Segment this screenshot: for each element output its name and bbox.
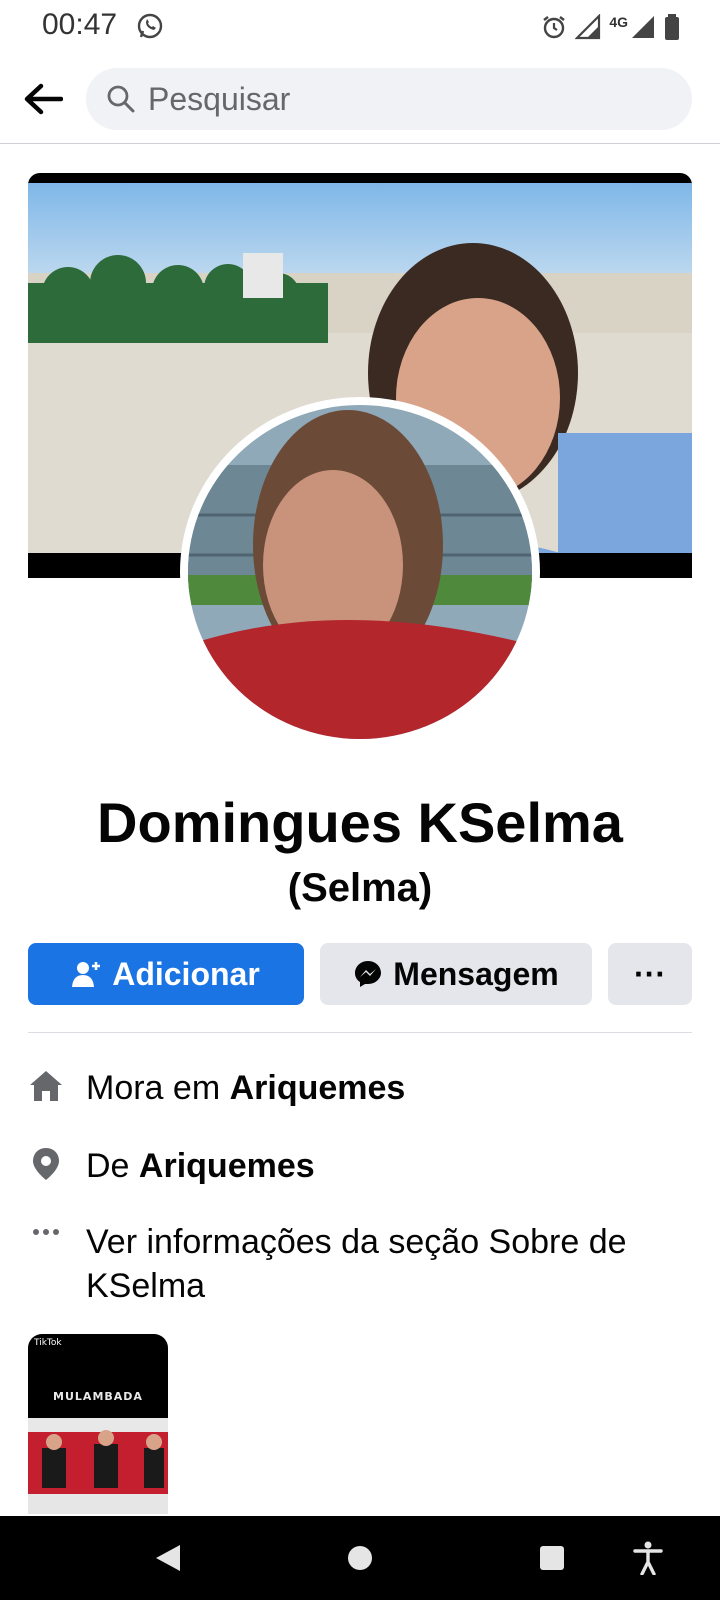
back-arrow-icon bbox=[24, 83, 63, 115]
triangle-back-icon bbox=[156, 1545, 180, 1571]
status-icons: 4G bbox=[541, 12, 680, 42]
message-button[interactable]: Mensagem bbox=[320, 943, 592, 1005]
location-pin-icon bbox=[33, 1148, 59, 1180]
add-friend-label: Adicionar bbox=[112, 955, 260, 992]
thumbnail-image bbox=[28, 1418, 168, 1514]
lives-in-place[interactable]: Ariquemes bbox=[230, 1069, 406, 1107]
intro-see-about[interactable]: Ver informações da seção Sobre de KSelma bbox=[28, 1220, 692, 1308]
lives-in-prefix: Mora em bbox=[86, 1069, 230, 1107]
whatsapp-icon bbox=[137, 13, 163, 39]
search-icon bbox=[107, 85, 135, 113]
intro-lives-in: Mora em Ariquemes bbox=[28, 1066, 692, 1110]
network-type: 4G bbox=[609, 14, 628, 30]
search-bar[interactable] bbox=[86, 68, 692, 130]
square-recents-icon bbox=[540, 1546, 564, 1570]
featured-thumbnail[interactable]: TikTok MULAMBADA bbox=[28, 1334, 168, 1514]
status-time: 00:47 bbox=[42, 8, 118, 41]
back-button[interactable] bbox=[18, 74, 68, 124]
profile-actions: Adicionar Mensagem ··· bbox=[28, 943, 692, 1005]
divider bbox=[28, 1032, 692, 1033]
status-bar: 00:47 4G bbox=[0, 0, 720, 52]
nav-home-button[interactable] bbox=[338, 1536, 382, 1580]
add-friend-icon bbox=[72, 962, 101, 987]
search-input[interactable] bbox=[148, 80, 668, 118]
search-header bbox=[0, 62, 720, 144]
from-place[interactable]: Ariquemes bbox=[139, 1147, 315, 1185]
more-dots-icon bbox=[33, 1229, 59, 1235]
battery-icon bbox=[665, 14, 679, 40]
profile-alternate-name: (Selma) bbox=[287, 866, 433, 910]
circle-home-icon bbox=[348, 1546, 372, 1570]
tiktok-watermark: TikTok bbox=[34, 1338, 62, 1348]
more-options-button[interactable]: ··· bbox=[608, 943, 692, 1005]
profile-photo[interactable] bbox=[180, 397, 540, 747]
nav-recents-button[interactable] bbox=[530, 1536, 574, 1580]
accessibility-icon bbox=[633, 1541, 663, 1575]
thumbnail-title: MULAMBADA bbox=[53, 1390, 143, 1403]
intro-from: De Ariquemes bbox=[28, 1144, 692, 1188]
see-about-label[interactable]: Ver informações da seção Sobre de KSelma bbox=[86, 1223, 627, 1305]
add-friend-button[interactable]: Adicionar bbox=[28, 943, 304, 1005]
accessibility-button[interactable] bbox=[626, 1536, 670, 1580]
signal-icon bbox=[575, 14, 601, 40]
home-icon bbox=[30, 1071, 62, 1101]
signal-icon bbox=[632, 16, 654, 38]
from-prefix: De bbox=[86, 1147, 139, 1185]
more-icon: ··· bbox=[634, 955, 666, 992]
nav-back-button[interactable] bbox=[146, 1536, 190, 1580]
profile-image bbox=[188, 405, 532, 739]
profile-name: Domingues KSelma bbox=[97, 791, 623, 854]
alarm-icon bbox=[543, 16, 566, 39]
message-label: Mensagem bbox=[393, 955, 559, 992]
messenger-icon bbox=[355, 961, 382, 987]
system-nav-bar bbox=[0, 1516, 720, 1600]
